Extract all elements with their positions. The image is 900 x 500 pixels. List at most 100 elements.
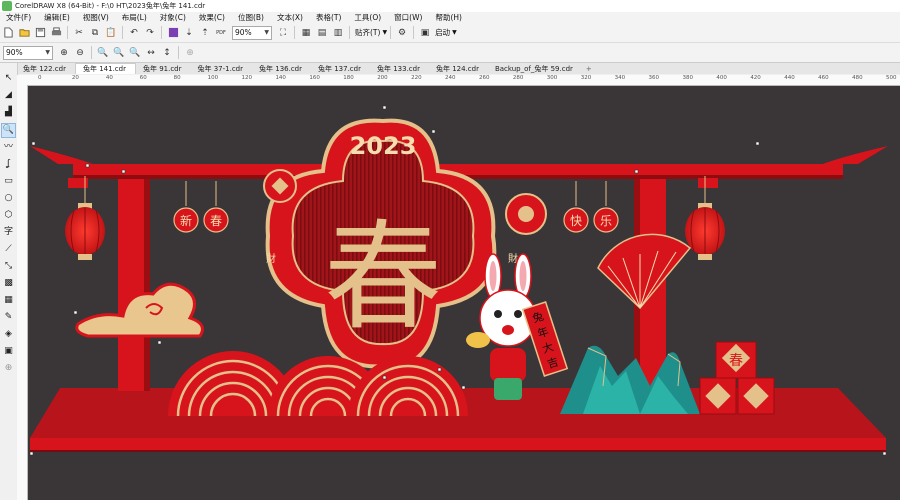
zoom-page-icon[interactable]: 🔍	[129, 46, 141, 59]
ellipse-tool-icon[interactable]: ○	[2, 192, 15, 205]
wave-arcs	[168, 351, 468, 417]
box-spring-char: 春	[729, 353, 743, 369]
menu-bar: 文件(F) 编辑(E) 视图(V) 布局(L) 对象(C) 效果(C) 位图(B…	[0, 12, 900, 23]
text-tool-icon[interactable]: 字	[2, 226, 15, 239]
new-document-icon[interactable]	[2, 26, 14, 39]
doc-tab[interactable]: 兔年 137.cdr	[311, 64, 370, 74]
doc-tab[interactable]: 兔年 133.cdr	[370, 64, 429, 74]
export-icon[interactable]: ⇡	[199, 26, 211, 39]
copy-icon[interactable]: ⧉	[89, 26, 101, 39]
ruler-tick-label: 340	[614, 75, 626, 81]
char-kuai: 快	[570, 214, 582, 228]
connector-tool-icon[interactable]: ⤡	[2, 260, 15, 273]
menu-text[interactable]: 文本(X)	[271, 12, 310, 23]
menu-effects[interactable]: 效果(C)	[193, 12, 232, 23]
shape-tool-icon[interactable]: ◢	[2, 89, 15, 102]
doc-tab[interactable]: 兔年 136.cdr	[252, 64, 311, 74]
window-title: CorelDRAW X8 (64-Bit) - F:\0 HT\2023兔年\兔…	[15, 2, 206, 10]
ruler-tick-label: 260	[478, 75, 490, 81]
drawing-canvas[interactable]: 新 春 快 乐 2023 春 財 財 兔 年 大 吉 春	[28, 86, 900, 500]
ruler-tick-label: 440	[784, 75, 795, 81]
doc-tab[interactable]: Backup_of_兔年 59.cdr	[488, 64, 582, 74]
document-tab-bar: 兔年 122.cdr 兔年 141.cdr 兔年 91.cdr 兔年 37-1.…	[0, 63, 900, 74]
crop-tool-icon[interactable]: ▟	[2, 106, 15, 119]
blessing-scroll: 兔 年 大 吉	[521, 301, 569, 377]
menu-tools[interactable]: 工具(O)	[348, 12, 388, 23]
search-content-icon[interactable]	[167, 26, 179, 39]
save-icon[interactable]	[34, 26, 46, 39]
artistic-media-icon[interactable]: ʆ	[2, 158, 15, 171]
separator	[178, 46, 179, 59]
menu-object[interactable]: 对象(C)	[154, 12, 193, 23]
char-lantern-xin: 新	[173, 181, 199, 233]
menu-bitmap[interactable]: 位图(B)	[232, 12, 271, 23]
ruler-tick-label: 200	[377, 75, 388, 81]
doc-tab[interactable]: 兔年 124.cdr	[429, 64, 488, 74]
zoom-page-width-icon[interactable]: ↔	[145, 46, 157, 59]
redo-icon[interactable]: ↷	[144, 26, 156, 39]
zoom-selected-icon[interactable]: 🔍	[97, 46, 109, 59]
full-screen-icon[interactable]: ⛶	[277, 26, 289, 39]
doc-tab[interactable]: 兔年 91.cdr	[136, 64, 191, 74]
rectangle-tool-icon[interactable]: ▭	[2, 175, 15, 188]
freehand-tool-icon[interactable]: 〰	[2, 141, 15, 154]
doc-tab[interactable]: 兔年 122.cdr	[16, 64, 75, 74]
print-icon[interactable]	[50, 26, 62, 39]
menu-layout[interactable]: 布局(L)	[116, 12, 154, 23]
separator	[390, 26, 392, 39]
menu-view[interactable]: 视图(V)	[77, 12, 116, 23]
pdf-icon[interactable]: PDF	[215, 26, 227, 39]
options-gear-icon[interactable]: ⚙	[396, 26, 408, 39]
zoom-tool-icon[interactable]: 🔍	[1, 123, 16, 138]
launch-dropdown[interactable]: 启动	[435, 27, 450, 38]
zoom-out-icon[interactable]: ⊖	[74, 46, 86, 59]
menu-edit[interactable]: 编辑(E)	[38, 12, 77, 23]
doc-tab-active[interactable]: 兔年 141.cdr	[74, 63, 136, 74]
show-guidelines-icon[interactable]: ▥	[332, 26, 344, 39]
ruler-tick-label: 360	[648, 75, 660, 81]
menu-help[interactable]: 帮助(H)	[429, 12, 469, 23]
eyedropper-tool-icon[interactable]: ✎	[2, 311, 15, 324]
ruler-tick-label: 280	[512, 75, 524, 81]
zoom-all-objects-icon[interactable]: 🔍	[113, 46, 125, 59]
polygon-tool-icon[interactable]: ⬡	[2, 209, 15, 222]
char-xin: 新	[180, 213, 192, 228]
plum-blossom	[505, 193, 547, 235]
zoom-in-icon[interactable]: ⊕	[58, 46, 70, 59]
separator	[122, 26, 123, 39]
pick-tool-icon[interactable]: ↖	[2, 72, 15, 85]
menu-table[interactable]: 表格(T)	[310, 12, 348, 23]
separator	[413, 26, 415, 39]
undo-icon[interactable]: ↶	[128, 26, 140, 39]
menu-window[interactable]: 窗口(W)	[388, 12, 429, 23]
interactive-fill-icon[interactable]: ◈	[2, 328, 15, 341]
title-bar: CorelDRAW X8 (64-Bit) - F:\0 HT\2023兔年\兔…	[0, 0, 900, 12]
show-grid-icon[interactable]: ▤	[316, 26, 328, 39]
snap-to-dropdown[interactable]: 贴齐(T)	[355, 27, 380, 38]
cut-icon[interactable]: ✂	[73, 26, 85, 39]
menu-file[interactable]: 文件(F)	[0, 12, 38, 23]
zoom-levels-select[interactable]: 90% ▼	[3, 45, 53, 60]
add-preset-icon[interactable]: ⊕	[184, 46, 196, 59]
import-icon[interactable]: ⇣	[183, 26, 195, 39]
drop-shadow-icon[interactable]: ▩	[2, 277, 15, 290]
show-rulers-icon[interactable]: ▦	[300, 26, 312, 39]
ruler-tick-label: 460	[818, 75, 829, 81]
add-tool-icon[interactable]: ⊕	[2, 362, 15, 375]
doc-tab[interactable]: 兔年 37-1.cdr	[191, 64, 253, 74]
zoom-level-select[interactable]: 90% ▼	[232, 25, 272, 40]
transparency-tool-icon[interactable]: ▦	[2, 294, 15, 307]
horizontal-ruler[interactable]: 0 20 40 60 80 100 120 140 160 180 200 220 240 260 280 3…	[28, 75, 900, 86]
zoom-page-height-icon[interactable]: ↕	[161, 46, 173, 59]
lantern-left	[65, 176, 105, 260]
add-tab-icon[interactable]: +	[582, 64, 596, 74]
parallel-dimension-icon[interactable]: ⟋	[2, 243, 15, 256]
ruler-tick-label: 160	[309, 75, 320, 81]
smart-fill-icon[interactable]: ▣	[2, 345, 15, 358]
toolbox: ↖ ◢ ▟ 🔍 〰 ʆ ▭ ○ ⬡ 字 ⟋ ⤡ ▩ ▦ ✎ ◈ ▣ ⊕	[0, 63, 18, 500]
ruler-tick-label: 400	[716, 75, 727, 81]
ruler-tick-label: 420	[750, 75, 761, 81]
paste-icon[interactable]: 📋	[105, 26, 117, 39]
vertical-ruler[interactable]	[17, 85, 28, 500]
open-folder-icon[interactable]	[18, 26, 30, 39]
